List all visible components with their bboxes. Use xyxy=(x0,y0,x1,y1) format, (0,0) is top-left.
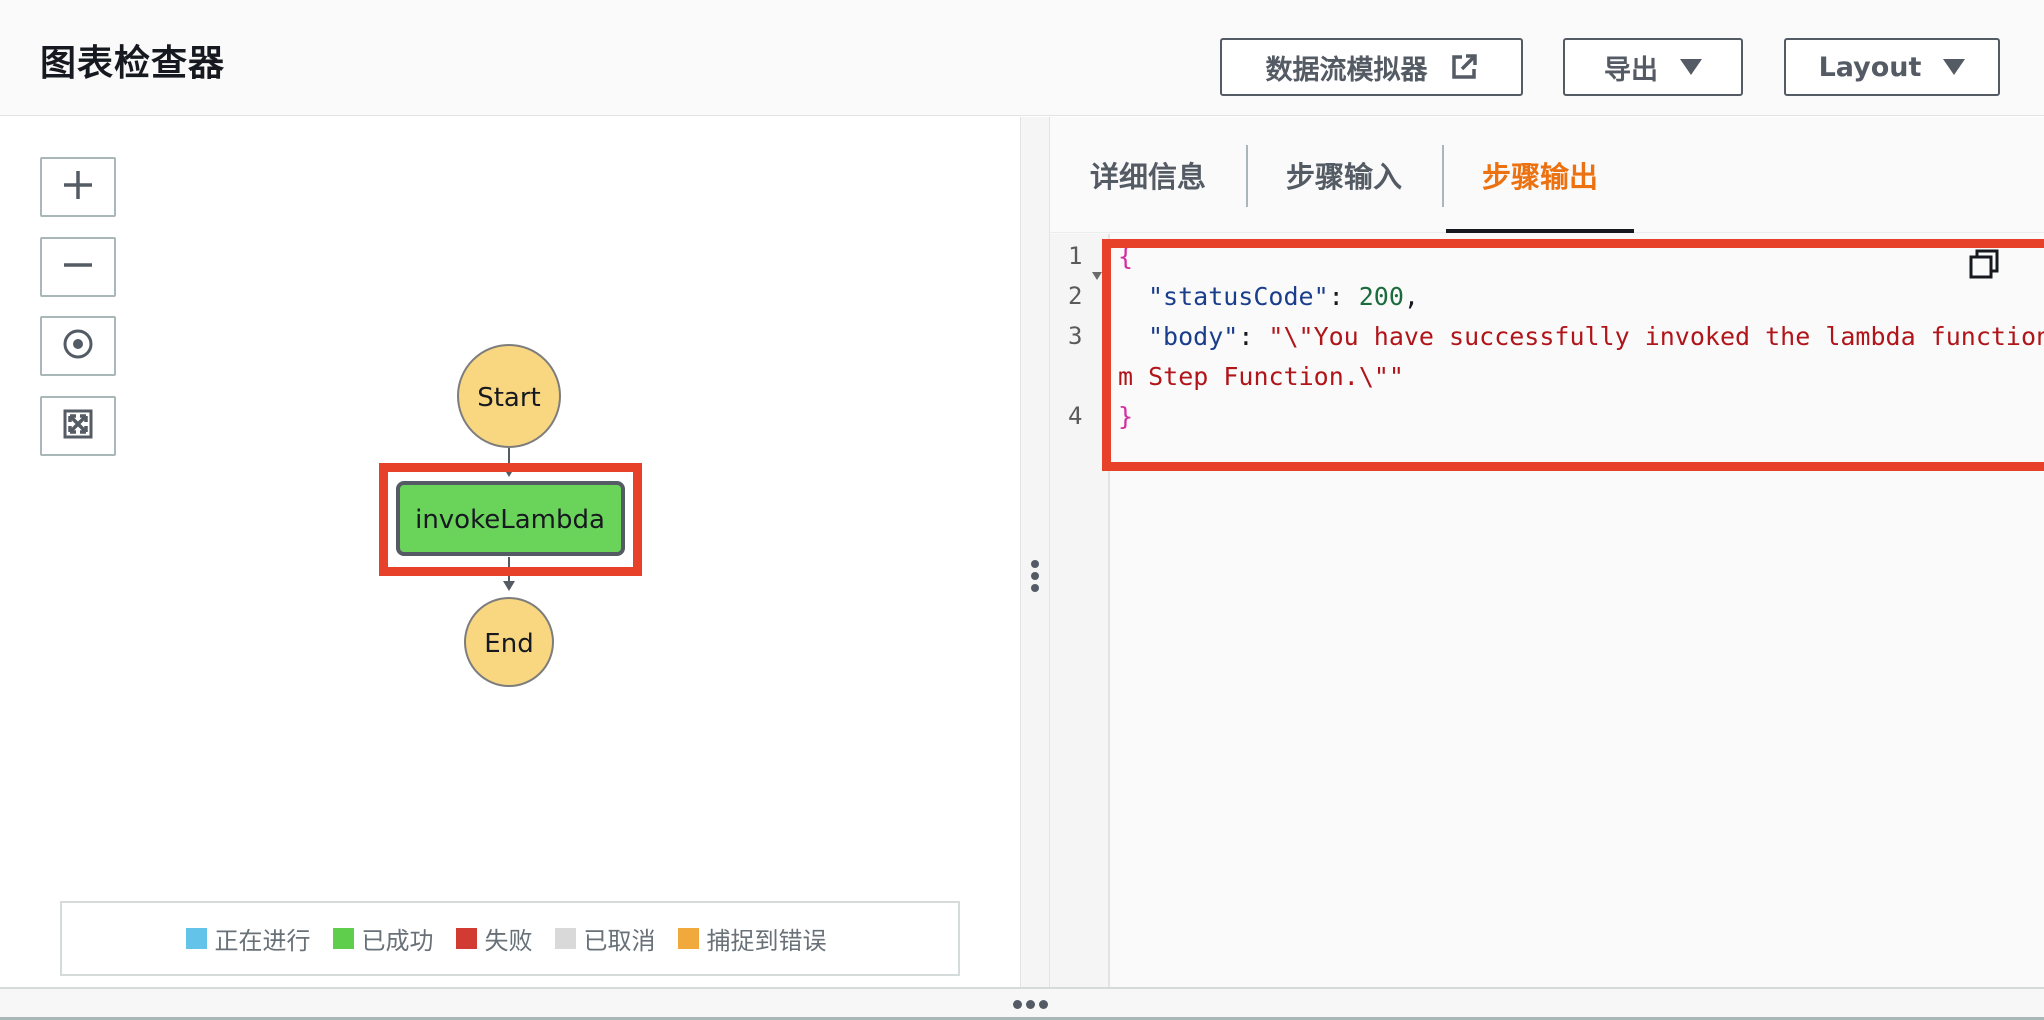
page-title: 图表检查器 xyxy=(40,43,226,84)
line-number: 1 xyxy=(1068,242,1083,270)
data-flow-simulator-button[interactable]: 数据流模拟器 xyxy=(1220,38,1523,96)
legend-item-succeeded: 已成功 xyxy=(332,921,434,956)
legend-item-in-progress: 正在进行 xyxy=(185,921,311,956)
panel-resize-handle[interactable] xyxy=(1020,117,1050,987)
legend-swatch xyxy=(455,928,477,949)
drag-handle-icon[interactable] xyxy=(1013,1000,1048,1010)
legend-label: 已取消 xyxy=(583,927,656,955)
legend-swatch xyxy=(185,928,207,949)
legend-swatch xyxy=(332,928,354,949)
caret-down-icon xyxy=(1680,59,1702,75)
header: 图表检查器 数据流模拟器 导出 Layout xyxy=(0,0,2044,116)
start-node[interactable]: Start xyxy=(457,344,561,448)
legend-item-failed: 失败 xyxy=(455,921,533,956)
start-node-label: Start xyxy=(477,383,541,413)
status-legend: 正在进行 已成功 失败 已取消 捕捉到错误 xyxy=(60,901,960,976)
end-node-label: End xyxy=(484,629,533,659)
legend-label: 正在进行 xyxy=(214,927,311,955)
data-flow-simulator-label: 数据流模拟器 xyxy=(1265,54,1428,86)
line-number: 2 xyxy=(1068,282,1083,310)
legend-label: 失败 xyxy=(484,927,533,955)
drag-handle-icon[interactable] xyxy=(1029,560,1041,600)
line-number: 4 xyxy=(1068,402,1083,430)
layout-label: Layout xyxy=(1818,51,1922,83)
export-button[interactable]: 导出 xyxy=(1563,38,1743,96)
line-number-gutter: 1 2 3 4 xyxy=(1050,234,1110,987)
legend-label: 已成功 xyxy=(361,927,434,955)
caret-down-icon xyxy=(1943,59,1966,75)
legend-swatch xyxy=(554,928,576,949)
external-link-icon xyxy=(1450,53,1478,81)
tab-step-output[interactable]: 步骤输出 xyxy=(1442,117,1638,233)
legend-item-caught-error: 捕捉到错误 xyxy=(677,921,827,956)
legend-item-cancelled: 已取消 xyxy=(554,921,656,956)
legend-swatch xyxy=(677,928,699,949)
tab-details[interactable]: 详细信息 xyxy=(1050,117,1246,233)
tab-step-input[interactable]: 步骤输入 xyxy=(1246,117,1442,233)
line-number: 3 xyxy=(1068,322,1083,350)
details-tabs: 详细信息 步骤输入 步骤输出 xyxy=(1050,117,2044,233)
highlight-box-task-node xyxy=(379,463,642,576)
legend-label: 捕捉到错误 xyxy=(706,927,827,955)
fold-arrow-icon[interactable] xyxy=(1092,257,1102,286)
highlight-box-step-output xyxy=(1102,239,2044,471)
edge-arrowhead xyxy=(503,581,515,591)
export-label: 导出 xyxy=(1604,54,1658,86)
layout-button[interactable]: Layout xyxy=(1784,38,2000,96)
end-node[interactable]: End xyxy=(464,597,554,687)
